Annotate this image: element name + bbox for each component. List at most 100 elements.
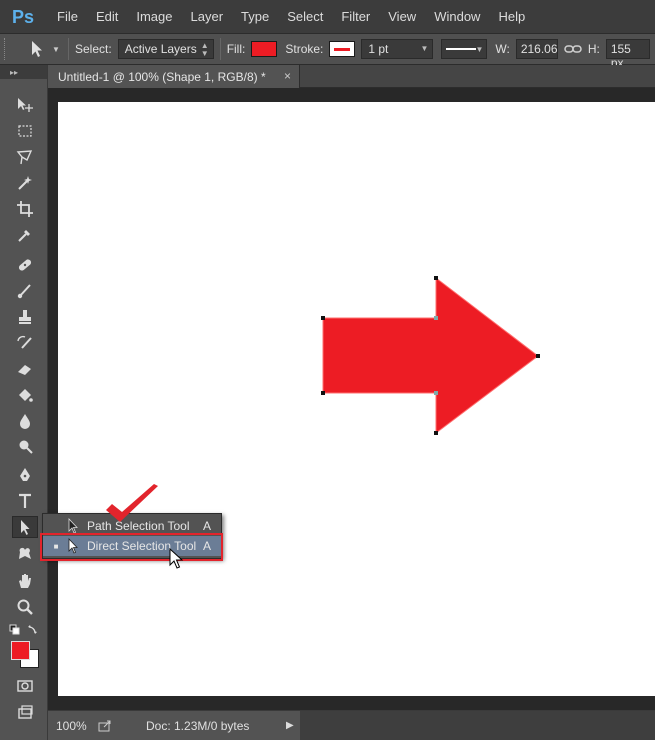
doc-size-info: Doc: 1.23M/0 bytes <box>146 718 250 733</box>
menu-view[interactable]: View <box>379 0 425 33</box>
options-grip[interactable] <box>4 38 10 60</box>
blur-tool[interactable] <box>12 410 38 432</box>
panel-collapse-icon[interactable]: ▸▸ <box>0 65 47 79</box>
select-value: Active Layers <box>124 42 197 56</box>
paint-bucket-tool[interactable] <box>12 384 38 406</box>
height-label: H: <box>587 42 600 56</box>
arrow-shape-layer[interactable] <box>58 102 655 696</box>
quick-mask-icon <box>17 680 33 692</box>
lasso-tool[interactable] <box>12 146 38 168</box>
swap-colors-icon[interactable] <box>27 623 39 635</box>
custom-shape-tool[interactable] <box>12 542 38 564</box>
height-field[interactable]: 155 px <box>605 39 650 70</box>
menu-window[interactable]: Window <box>425 0 489 33</box>
hand-tool[interactable] <box>12 570 38 592</box>
stroke-swatch[interactable] <box>329 41 356 57</box>
pen-nib-icon <box>20 468 30 481</box>
screen-mode-icon <box>18 705 33 719</box>
polygonal-lasso-icon <box>16 150 33 165</box>
magic-wand-tool[interactable] <box>12 172 38 194</box>
clone-stamp-tool[interactable] <box>12 306 38 328</box>
dodge-tool[interactable] <box>12 436 38 458</box>
stroke-label: Stroke: <box>285 42 324 56</box>
line-style-preview <box>446 48 477 50</box>
healing-brush-tool[interactable] <box>12 254 38 276</box>
crop-tool[interactable] <box>12 198 38 220</box>
menu-select[interactable]: Select <box>278 0 332 33</box>
document-canvas[interactable] <box>58 102 655 696</box>
menu-edit[interactable]: Edit <box>87 0 127 33</box>
stroke-width-field[interactable]: 1 pt ▼ <box>361 39 434 59</box>
eyedropper-tool[interactable] <box>12 224 38 246</box>
annotation-checkmark-icon <box>106 484 158 522</box>
select-label: Select: <box>75 42 112 56</box>
divider <box>68 38 69 60</box>
custom-shape-icon <box>19 547 31 559</box>
document-tab-bar: Untitled-1 @ 100% (Shape 1, RGB/8) * × <box>48 65 655 88</box>
chevron-down-icon[interactable]: ▼ <box>52 45 62 54</box>
quick-mask-tool[interactable] <box>12 675 38 697</box>
tool-preset-picker[interactable] <box>24 38 50 60</box>
photoshop-window: Ps File Edit Image Layer Type Select Fil… <box>0 0 655 740</box>
fill-swatch[interactable] <box>251 41 278 57</box>
brush-icon <box>17 284 31 299</box>
menu-help[interactable]: Help <box>489 0 534 33</box>
foreground-color-swatch[interactable] <box>11 641 30 660</box>
width-field[interactable]: 216.06 <box>515 39 558 59</box>
pointer-arrow-icon <box>63 518 83 534</box>
select-dropdown[interactable]: Active Layers ▲ ▼ <box>117 39 214 59</box>
magnifier-icon <box>17 599 33 615</box>
app-logo: Ps <box>11 6 35 27</box>
stroke-type-dropdown[interactable]: ▼ <box>441 39 488 59</box>
document-tab-title: Untitled-1 @ 100% (Shape 1, RGB/8) * <box>58 69 266 84</box>
rectangular-marquee-icon <box>18 125 32 137</box>
brush-tool[interactable] <box>12 280 38 302</box>
marquee-tool[interactable] <box>12 120 38 142</box>
screen-mode-tool[interactable] <box>12 702 38 724</box>
type-tool[interactable] <box>12 490 38 512</box>
zoom-level[interactable]: 100% <box>56 719 90 733</box>
menu-type[interactable]: Type <box>232 0 278 33</box>
history-brush-tool[interactable] <box>12 332 38 354</box>
path-selection-tool[interactable] <box>12 516 38 538</box>
divider <box>219 38 221 60</box>
menu-filter[interactable]: Filter <box>332 0 379 33</box>
zoom-tool[interactable] <box>12 596 38 618</box>
width-label: W: <box>495 42 510 56</box>
magic-wand-icon <box>18 176 32 190</box>
eraser-icon <box>18 365 31 375</box>
link-icon[interactable] <box>564 43 582 55</box>
bandage-icon <box>18 259 32 271</box>
chevron-down-icon: ▼ <box>420 44 429 53</box>
crop-icon <box>17 201 33 217</box>
stroke-width-value: 1 pt <box>368 42 389 56</box>
document-tab[interactable]: Untitled-1 @ 100% (Shape 1, RGB/8) * × <box>48 65 300 88</box>
menu-file[interactable]: File <box>48 0 87 33</box>
export-icon[interactable] <box>98 720 112 732</box>
red-arrow-shape[interactable] <box>322 276 539 435</box>
stamp-icon <box>19 310 31 324</box>
paint-bucket-icon <box>19 389 33 402</box>
tools-panel: ▸▸ <box>0 65 48 740</box>
menu-layer[interactable]: Layer <box>182 0 233 33</box>
water-drop-icon <box>20 414 30 429</box>
play-arrow-icon[interactable]: ▶ <box>286 720 294 731</box>
default-colors-icon[interactable] <box>9 624 21 636</box>
eraser-tool[interactable] <box>12 358 38 380</box>
move-tool[interactable] <box>12 94 38 116</box>
mouse-cursor-icon <box>169 548 184 569</box>
pointer-arrow-icon <box>21 520 30 535</box>
annotation-highlight-box <box>40 533 223 561</box>
hand-icon <box>19 574 31 588</box>
close-icon[interactable]: × <box>284 69 291 83</box>
flyout-item-shortcut: A <box>202 519 211 533</box>
fill-label: Fill: <box>226 42 246 56</box>
menu-image[interactable]: Image <box>127 0 181 33</box>
history-brush-icon <box>17 335 32 349</box>
move-icon <box>18 98 33 112</box>
status-bar: 100% Doc: 1.23M/0 bytes ▶ <box>48 710 655 740</box>
menu-bar: Ps File Edit Image Layer Type Select Fil… <box>0 0 655 33</box>
pen-tool[interactable] <box>12 464 38 486</box>
chevron-down-icon: ▼ <box>475 45 484 54</box>
status-bar-empty <box>300 711 655 740</box>
